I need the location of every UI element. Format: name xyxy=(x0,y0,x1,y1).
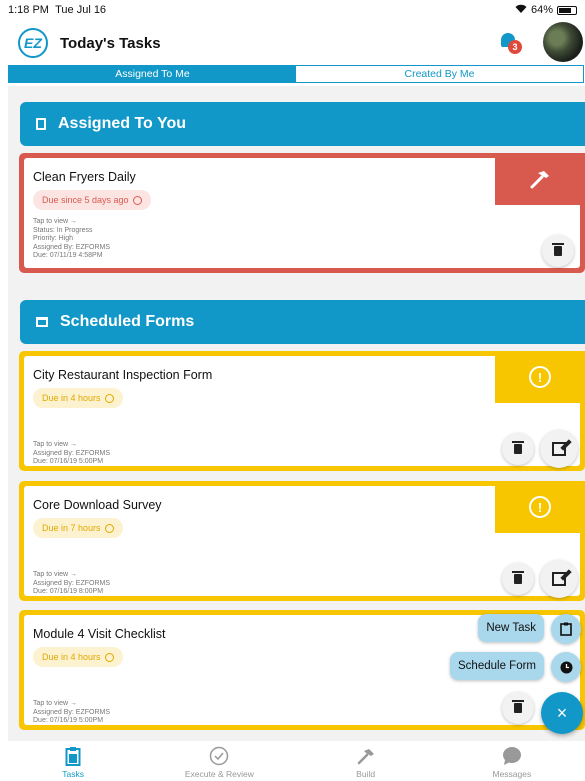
due-text: Due since 5 days ago xyxy=(42,195,129,205)
clipboard-icon xyxy=(560,622,572,636)
notifications-button[interactable]: 3 xyxy=(499,30,523,54)
clock-icon xyxy=(104,523,114,533)
delete-button[interactable] xyxy=(502,433,534,465)
page-title: Today's Tasks xyxy=(60,34,161,52)
form-due-date: Due: 07/16/19 5:00PM xyxy=(33,458,104,466)
status-bar: 1:18 PM Tue Jul 16 64% xyxy=(0,0,585,20)
form-due-date: Due: 07/16/19 5:00PM xyxy=(33,717,104,725)
battery-icon xyxy=(557,5,577,15)
section-title: Scheduled Forms xyxy=(60,313,195,330)
trash-icon xyxy=(552,243,564,256)
task-due-date: Due: 07/11/19 4:58PM xyxy=(33,252,103,260)
clipboard-icon xyxy=(63,746,83,766)
form-status-indicator: ! xyxy=(495,481,585,533)
hammer-icon xyxy=(356,746,376,766)
edit-icon xyxy=(552,442,566,456)
avatar[interactable] xyxy=(543,22,583,62)
form-card[interactable]: City Restaurant Inspection Form Due in 4… xyxy=(19,351,585,471)
clock-icon xyxy=(132,195,142,205)
chat-bubble-icon xyxy=(502,746,522,766)
calendar-icon xyxy=(36,317,48,327)
clock-icon xyxy=(104,652,114,662)
edit-icon xyxy=(552,572,566,586)
task-type-indicator xyxy=(495,153,585,205)
nav-build[interactable]: Build xyxy=(293,741,439,781)
delete-button[interactable] xyxy=(502,563,534,595)
nav-label: Tasks xyxy=(62,769,84,779)
form-assigned-by: Assigned By: EZFORMS xyxy=(33,579,111,587)
trash-icon xyxy=(512,441,524,454)
tab-created-by-me[interactable]: Created By Me xyxy=(296,66,583,82)
check-circle-icon xyxy=(209,746,229,766)
nav-label: Messages xyxy=(492,769,532,779)
clock-icon xyxy=(560,661,572,673)
close-fab-button[interactable]: × xyxy=(541,692,583,734)
nav-label: Execute & Review xyxy=(184,769,254,779)
bottom-nav: Tasks Execute & Review Build Messages xyxy=(0,741,585,781)
form-assigned-by: Assigned By: EZFORMS xyxy=(33,449,111,457)
status-time: 1:18 PM xyxy=(8,4,49,16)
section-assigned-to-you: Assigned To You xyxy=(20,102,585,146)
form-status-indicator: ! xyxy=(495,351,585,403)
alert-icon: ! xyxy=(529,366,551,388)
battery-percent: 64% xyxy=(530,4,553,16)
task-status: Status: In Progress xyxy=(33,226,93,234)
form-title: City Restaurant Inspection Form xyxy=(33,368,213,382)
task-title: Clean Fryers Daily xyxy=(33,170,136,184)
nav-tasks[interactable]: Tasks xyxy=(0,741,146,781)
clock-icon xyxy=(104,393,114,403)
form-meta: Tap to view → Assigned By: EZFORMS Due: … xyxy=(33,571,110,597)
trash-icon xyxy=(512,700,524,713)
tab-assigned-to-me[interactable]: Assigned To Me xyxy=(9,66,296,82)
form-assigned-by: Assigned By: EZFORMS xyxy=(33,708,111,716)
due-badge: Due in 4 hours xyxy=(33,647,123,667)
section-title: Assigned To You xyxy=(58,115,187,132)
nav-messages[interactable]: Messages xyxy=(439,741,585,781)
task-card[interactable]: Clean Fryers Daily Due since 5 days ago … xyxy=(19,153,585,273)
due-badge: Due in 7 hours xyxy=(33,518,123,538)
wifi-icon xyxy=(515,4,527,16)
delete-button[interactable] xyxy=(542,235,574,267)
clipboard-icon xyxy=(36,118,46,130)
section-scheduled-forms: Scheduled Forms xyxy=(20,300,585,344)
edit-button[interactable] xyxy=(540,560,578,598)
due-text: Due in 4 hours xyxy=(42,652,101,662)
form-due-date: Due: 07/16/19 8:00PM xyxy=(33,588,104,596)
tap-to-view: Tap to view → xyxy=(33,441,77,448)
alert-icon: ! xyxy=(529,496,551,518)
delete-button[interactable] xyxy=(502,692,534,724)
task-meta: Tap to view → Status: In Progress Priori… xyxy=(33,218,110,261)
ezforms-logo[interactable]: EZ xyxy=(18,28,48,58)
form-meta: Tap to view → Assigned By: EZFORMS Due: … xyxy=(33,700,110,726)
tap-to-view: Tap to view → xyxy=(33,218,77,225)
due-text: Due in 4 hours xyxy=(42,393,101,403)
schedule-form-fab[interactable] xyxy=(551,652,581,682)
notification-badge: 3 xyxy=(508,40,522,54)
status-date: Tue Jul 16 xyxy=(55,4,107,16)
due-text: Due in 7 hours xyxy=(42,523,101,533)
due-badge: Due in 4 hours xyxy=(33,388,123,408)
schedule-form-button[interactable]: Schedule Form xyxy=(450,652,544,680)
edit-button[interactable] xyxy=(540,430,578,468)
battery-level-fill xyxy=(559,7,571,13)
trash-icon xyxy=(512,571,524,584)
app-header: EZ Today's Tasks 3 xyxy=(0,22,585,64)
task-list[interactable]: Assigned To You Clean Fryers Daily Due s… xyxy=(8,86,585,741)
tap-to-view: Tap to view → xyxy=(33,571,77,578)
segmented-tabs: Assigned To Me Created By Me xyxy=(8,65,584,83)
nav-execute-review[interactable]: Execute & Review xyxy=(146,741,292,781)
tap-to-view: Tap to view → xyxy=(33,700,77,707)
due-badge: Due since 5 days ago xyxy=(33,190,151,210)
hammer-icon xyxy=(530,171,549,189)
task-assigned-by: Assigned By: EZFORMS xyxy=(33,243,111,251)
form-meta: Tap to view → Assigned By: EZFORMS Due: … xyxy=(33,441,110,467)
nav-label: Build xyxy=(356,769,376,779)
form-card[interactable]: Core Download Survey Due in 7 hours Tap … xyxy=(19,481,585,601)
new-task-button[interactable]: New Task xyxy=(478,614,544,642)
form-title: Module 4 Visit Checklist xyxy=(33,627,166,641)
form-title: Core Download Survey xyxy=(33,498,162,512)
new-task-fab[interactable] xyxy=(551,614,581,644)
task-priority: Priority: High xyxy=(33,235,74,243)
